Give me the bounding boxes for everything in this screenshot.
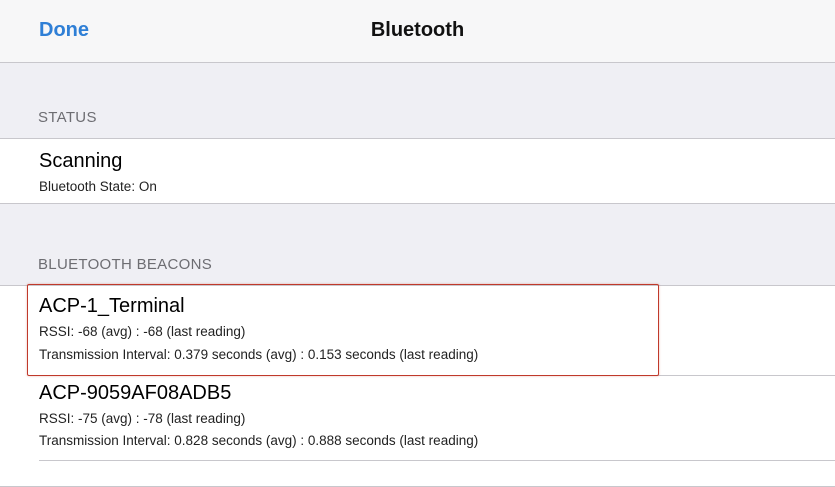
status-title: Scanning [39, 150, 123, 172]
beacon-interval: Transmission Interval: 0.828 seconds (av… [39, 433, 479, 448]
beacons-section-header: BLUETOOTH BEACONS [38, 256, 213, 273]
beacon-interval: Transmission Interval: 0.379 seconds (av… [39, 347, 479, 362]
status-cell[interactable]: Scanning Bluetooth State: On [0, 139, 835, 203]
beacon-row[interactable]: ACP-9059AF08ADB5 RSSI: -75 (avg) : -78 (… [0, 376, 835, 460]
beacon-rssi: RSSI: -68 (avg) : -68 (last reading) [39, 324, 246, 339]
status-group: Scanning Bluetooth State: On [0, 138, 835, 204]
beacon-rssi: RSSI: -75 (avg) : -78 (last reading) [39, 411, 246, 426]
beacons-group: ACP-1_Terminal RSSI: -68 (avg) : -68 (la… [0, 285, 835, 487]
page-title: Bluetooth [370, 19, 465, 41]
row-separator [39, 460, 835, 461]
navigation-bar: Done Bluetooth [0, 0, 835, 63]
status-section-header: STATUS [38, 109, 97, 126]
status-subtitle: Bluetooth State: On [39, 179, 157, 194]
beacon-name: ACP-9059AF08ADB5 [39, 382, 232, 404]
beacon-row[interactable]: ACP-1_Terminal RSSI: -68 (avg) : -68 (la… [0, 286, 835, 374]
beacon-name: ACP-1_Terminal [39, 295, 185, 317]
